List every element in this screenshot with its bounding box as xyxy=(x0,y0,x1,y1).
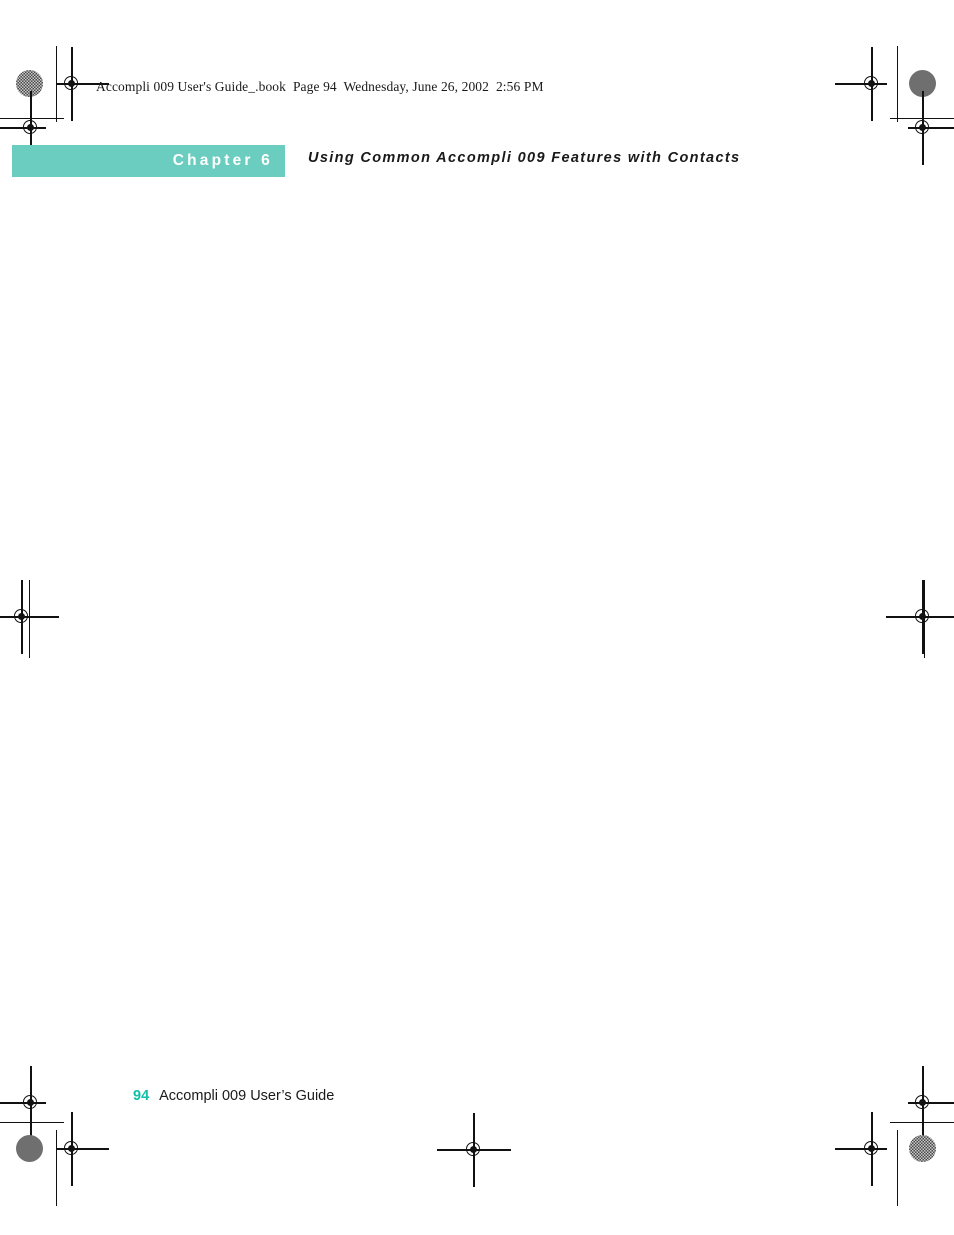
trim-line-bottom-left xyxy=(0,1122,64,1124)
chapter-banner: Chapter 6 xyxy=(12,145,285,177)
trim-line-right-top xyxy=(897,46,899,122)
halftone-dot-top-right xyxy=(909,70,936,97)
halftone-dot-top-left xyxy=(16,70,43,97)
registration-target-bottom-center xyxy=(437,1113,511,1187)
trim-line-top-left xyxy=(0,118,64,120)
running-head-title: Using Common Accompli 009 Features with … xyxy=(308,150,741,166)
registration-target-middle-left xyxy=(0,580,59,654)
registration-target-lower-right xyxy=(908,1066,954,1140)
page-body xyxy=(132,200,832,1060)
trim-line-right-middle xyxy=(924,580,926,658)
registration-target-top-right xyxy=(835,47,887,121)
registration-target-top-left xyxy=(57,47,109,121)
registration-target-lower-left xyxy=(0,1066,46,1140)
registration-target-middle-right xyxy=(886,580,954,654)
trim-line-top-right xyxy=(890,118,954,120)
printed-page: Accompli 009 User's Guide_.book Page 94 … xyxy=(0,0,954,1235)
book-file-header: Accompli 009 User's Guide_.book Page 94 … xyxy=(96,79,544,94)
chapter-label: Chapter 6 xyxy=(172,152,273,169)
trim-line-left-middle xyxy=(29,580,31,658)
footer-book-title: Accompli 009 User’s Guide xyxy=(159,1088,335,1104)
registration-target-upper-left xyxy=(0,91,46,165)
page-number: 94 xyxy=(133,1088,150,1104)
trim-line-left-top xyxy=(56,46,58,122)
registration-target-bottom-left xyxy=(57,1112,109,1186)
trim-line-left-bottom xyxy=(56,1130,58,1206)
registration-target-bottom-right xyxy=(835,1112,887,1186)
halftone-dot-bottom-left xyxy=(16,1135,43,1162)
halftone-dot-bottom-right xyxy=(909,1135,936,1162)
trim-line-bottom-right xyxy=(890,1122,954,1124)
trim-line-right-bottom xyxy=(897,1130,899,1206)
registration-target-upper-right xyxy=(908,91,954,165)
page-footer: 94 Accompli 009 User’s Guide xyxy=(133,1088,334,1104)
